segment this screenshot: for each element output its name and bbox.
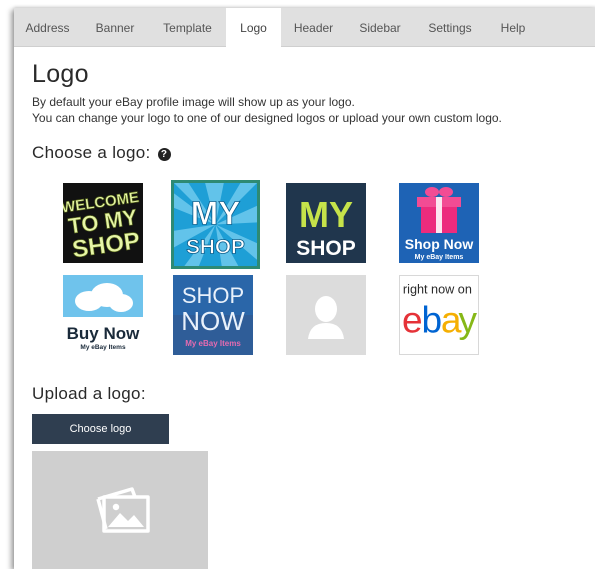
logo-text: SHOP [182, 283, 244, 308]
logo-option-my-shop-green[interactable]: MY SHOP [286, 183, 366, 263]
logo-option-shop-now-blue[interactable]: SHOP NOW My eBay Items [173, 275, 253, 355]
tab-banner[interactable]: Banner [81, 8, 149, 46]
page-description: By default your eBay profile image will … [32, 94, 502, 126]
logo-option-my-shop-blue[interactable]: MY SHOP [171, 180, 260, 269]
logo-text: MY [191, 196, 241, 233]
upload-logo-heading: Upload a logo: [32, 384, 146, 403]
right-now-on-ebay-logo-art: right now on e b a y [400, 276, 478, 354]
logo-settings-panel: Address Banner Template Logo Header Side… [14, 8, 595, 569]
logo-text: right now on [403, 283, 472, 297]
tab-help[interactable]: Help [486, 8, 540, 46]
description-line-1: By default your eBay profile image will … [32, 95, 355, 109]
logo-text: My eBay Items [415, 254, 464, 261]
page-title: Logo [32, 60, 89, 88]
user-silhouette-icon [286, 275, 366, 355]
choose-logo-heading-text: Choose a logo: [32, 143, 151, 162]
description-line-2: You can change your logo to one of our d… [32, 111, 502, 125]
tab-address[interactable]: Address [14, 8, 81, 46]
image-icon [96, 487, 150, 533]
logo-text: MY [299, 194, 353, 235]
ebay-letter-b: b [421, 299, 442, 341]
logo-option-welcome-to-my-shop[interactable]: WELCOME TO MY SHOP [63, 183, 143, 263]
ebay-letter-y: y [459, 299, 478, 341]
my-shop-green-logo-art: MY SHOP [286, 183, 366, 263]
logo-option-profile-silhouette[interactable] [286, 275, 366, 355]
logo-text: SHOP [186, 236, 245, 259]
logo-option-buy-now-cloud[interactable]: Buy Now My eBay Items [63, 275, 143, 355]
tab-header[interactable]: Header [281, 8, 346, 46]
logo-option-shop-now-gift[interactable]: Shop Now My eBay Items [399, 183, 479, 263]
tab-template[interactable]: Template [149, 8, 226, 46]
buy-now-cloud-logo-art: Buy Now My eBay Items [63, 275, 143, 355]
logo-upload-preview [32, 451, 208, 569]
choose-logo-button[interactable]: Choose logo [32, 414, 169, 444]
logo-text: SHOP [296, 237, 356, 260]
logo-text: My eBay Items [185, 339, 241, 348]
logo-text: My eBay Items [80, 344, 126, 351]
logo-text: Buy Now [67, 324, 141, 343]
shop-now-gift-logo-art: Shop Now My eBay Items [399, 183, 479, 263]
logo-text: NOW [181, 306, 245, 336]
my-shop-blue-logo-art: MY SHOP [174, 183, 257, 266]
choose-logo-heading: Choose a logo: ? [32, 143, 171, 163]
logo-option-right-now-on-ebay[interactable]: right now on e b a y [399, 275, 479, 355]
question-circle-icon[interactable]: ? [157, 148, 171, 161]
shop-now-blue-logo-art: SHOP NOW My eBay Items [173, 275, 253, 355]
welcome-shop-logo-art: WELCOME TO MY SHOP [63, 183, 143, 263]
ebay-letter-e: e [402, 299, 423, 341]
settings-tab-bar: Address Banner Template Logo Header Side… [14, 8, 595, 47]
tab-settings[interactable]: Settings [414, 8, 486, 46]
logo-text: Shop Now [405, 236, 474, 252]
tab-logo[interactable]: Logo [226, 8, 281, 47]
tab-sidebar[interactable]: Sidebar [346, 8, 414, 46]
